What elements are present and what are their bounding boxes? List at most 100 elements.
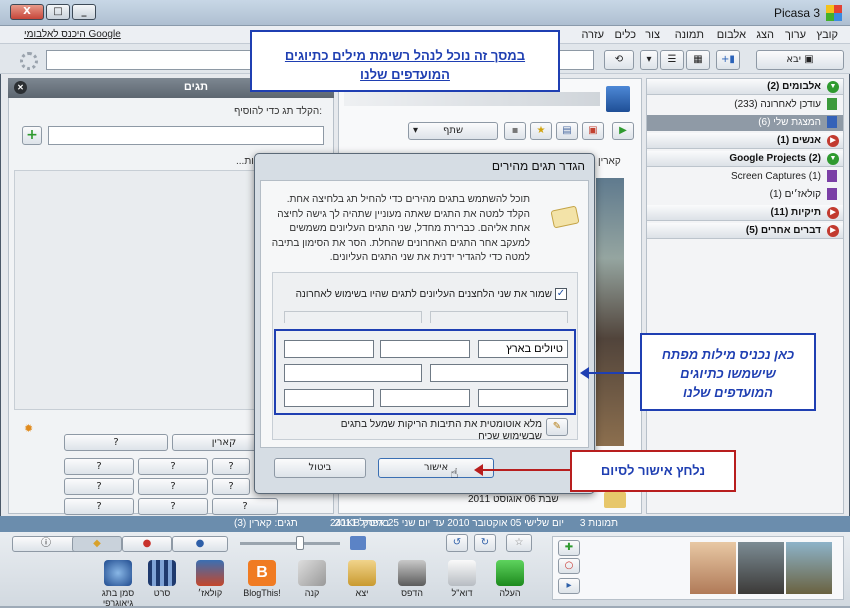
add-tag-button[interactable]: + bbox=[22, 126, 42, 145]
star-icon[interactable]: ★ bbox=[530, 122, 552, 140]
dialog-title-bar: הגדר תגים מהירים bbox=[254, 153, 595, 177]
upload-label: העלה bbox=[499, 588, 521, 598]
quick-tag-button[interactable]: ? bbox=[64, 458, 134, 475]
collapse-arrow-icon[interactable]: ▼ bbox=[827, 81, 839, 93]
movie-icon[interactable]: ▤ bbox=[556, 122, 578, 140]
keep-recent-checkbox[interactable]: ✓ bbox=[555, 288, 567, 300]
date-label: שבת 06 אוגוסט 2011 bbox=[468, 494, 559, 505]
quick-tag-button[interactable]: ? bbox=[138, 498, 208, 515]
print-icon[interactable] bbox=[398, 560, 426, 586]
tray-photo-thumb[interactable] bbox=[738, 542, 784, 594]
add-to-album-icon[interactable]: ▸ bbox=[558, 578, 580, 594]
slideshow-play-icon[interactable]: ▶ bbox=[612, 122, 634, 140]
quick-tag-button[interactable]: ? bbox=[64, 478, 134, 495]
share-button[interactable]: ▾ שתף bbox=[408, 122, 498, 140]
section-other-title: דברים אחרים (5) bbox=[745, 225, 821, 236]
title-bar bbox=[0, 0, 850, 26]
menu-tools[interactable]: כלים bbox=[615, 29, 636, 41]
section-albums-title: אלבומים (2) bbox=[767, 81, 821, 92]
export-folder-icon[interactable] bbox=[348, 560, 376, 586]
section-people-title: אנשים (1) bbox=[776, 135, 821, 146]
collage-icon[interactable]: ▣ bbox=[582, 122, 604, 140]
buy-label: קנה bbox=[304, 588, 320, 598]
settings-gear-icon[interactable]: ✹ bbox=[24, 422, 33, 435]
callout-bottom: נלחץ אישור לסיום bbox=[570, 450, 736, 492]
places-icon[interactable]: ● bbox=[122, 536, 172, 552]
email-label: דוא"ל bbox=[451, 588, 473, 598]
info-icon[interactable]: ⓘ bbox=[12, 536, 80, 552]
quick-tag-button[interactable]: ? bbox=[212, 458, 250, 475]
status-tags: תגים: קארין (3) bbox=[234, 518, 298, 529]
maximize-button[interactable]: □ bbox=[46, 4, 70, 20]
quick-tag-button[interactable]: ? bbox=[138, 458, 208, 475]
rotate-right-icon[interactable]: ↻ bbox=[474, 534, 496, 552]
upload-icon[interactable] bbox=[496, 560, 524, 586]
expand-arrow-icon[interactable]: ▶ bbox=[827, 207, 839, 219]
quick-tag-button[interactable]: ? bbox=[64, 498, 134, 515]
google-signin-link[interactable]: היכנס לאלבומי Google bbox=[24, 29, 121, 40]
menu-file[interactable]: קובץ bbox=[817, 29, 838, 41]
album-item-slideshow[interactable]: המצגת שלי (6) bbox=[758, 117, 821, 128]
blogger-icon[interactable]: B bbox=[248, 560, 276, 586]
dialog-title: הגדר תגים מהירים bbox=[491, 159, 585, 173]
callout-right: כאן נכניס מילות מפתח שישמשו כתיוגים המוע… bbox=[640, 333, 816, 411]
rotate-left-icon[interactable]: ↺ bbox=[446, 534, 468, 552]
tags-tab-icon[interactable]: ◆ bbox=[72, 536, 122, 552]
movie-bottom-icon[interactable] bbox=[148, 560, 176, 586]
people-icon[interactable]: ● bbox=[172, 536, 228, 552]
tray-photo-thumb[interactable] bbox=[786, 542, 832, 594]
project-item-collages[interactable]: קולאז׳ים (1) bbox=[770, 189, 821, 200]
menu-album[interactable]: אלבום bbox=[717, 29, 746, 41]
menu-edit[interactable]: ערוך bbox=[785, 29, 806, 41]
clear-tray-icon[interactable]: ○ bbox=[558, 558, 580, 574]
quick-tag-button[interactable]: ? bbox=[212, 498, 278, 515]
minimize-button[interactable]: _ bbox=[72, 4, 96, 20]
arrow-head-icon bbox=[474, 464, 483, 476]
view-dropdown-icon[interactable]: ▾ bbox=[640, 50, 658, 70]
list-view-icon[interactable]: ☰ bbox=[660, 50, 684, 70]
quick-tag-button[interactable]: ? bbox=[138, 478, 208, 495]
autofill-wand-icon[interactable]: ✎ bbox=[546, 418, 568, 436]
autofill-label: מלא אוטומטית את התיבות הריקות שמעל בתגים… bbox=[340, 419, 542, 442]
section-google-projects[interactable]: Google Projects (2) ▼ bbox=[647, 151, 843, 167]
email-icon[interactable] bbox=[448, 560, 476, 586]
movie-label: סרט bbox=[153, 588, 171, 598]
album-cover-icon bbox=[606, 86, 630, 112]
zoom-slider-handle[interactable] bbox=[296, 536, 304, 550]
close-button[interactable]: X bbox=[10, 4, 44, 20]
star-toggle-icon[interactable]: ☆ bbox=[506, 534, 532, 552]
photo-thumbnail-strip[interactable] bbox=[596, 178, 624, 446]
quick-tag-button[interactable]: ? bbox=[212, 478, 250, 495]
menu-help[interactable]: עזרה bbox=[582, 29, 604, 41]
menu-view[interactable]: הצג bbox=[756, 29, 774, 41]
menu-picture[interactable]: תמונה bbox=[675, 29, 704, 41]
grid-view-icon[interactable]: ▦ bbox=[686, 50, 710, 70]
hold-pin-icon[interactable]: ✚ bbox=[558, 540, 580, 556]
import-button[interactable]: יבא ▣ bbox=[756, 50, 844, 70]
collapse-arrow-icon[interactable]: ▼ bbox=[827, 153, 839, 165]
zoom-fit-icon[interactable] bbox=[350, 536, 366, 550]
cancel-button[interactable]: ביטול bbox=[274, 458, 366, 478]
menu-create[interactable]: צור bbox=[645, 29, 660, 41]
tray-photo-thumb[interactable] bbox=[690, 542, 736, 594]
close-panel-icon[interactable]: ✕ bbox=[14, 81, 27, 94]
expand-arrow-icon[interactable]: ▶ bbox=[827, 225, 839, 237]
section-people[interactable]: אנשים (1) ▶ bbox=[647, 133, 843, 149]
save-disk-icon[interactable]: ▪ bbox=[504, 122, 526, 140]
app-title: Picasa 3 bbox=[773, 6, 820, 20]
rotate-tool-icon[interactable]: ⟲ bbox=[604, 50, 634, 70]
tag-input[interactable] bbox=[48, 126, 324, 145]
album-item-recent[interactable]: עודכן לאחרונה (233) bbox=[734, 99, 821, 110]
project-item-screen-captures[interactable]: Screen Captures (1) bbox=[731, 171, 821, 182]
dialog-description: תוכל להשתמש בתגים מהירים כדי להחיל תג בל… bbox=[271, 194, 530, 263]
expand-arrow-icon[interactable]: ▶ bbox=[827, 135, 839, 147]
quick-tag-button[interactable]: ? bbox=[64, 434, 168, 451]
collage-bottom-icon[interactable] bbox=[196, 560, 224, 586]
buy-prints-icon[interactable] bbox=[298, 560, 326, 586]
section-other[interactable]: דברים אחרים (5) ▶ bbox=[647, 223, 843, 239]
geotag-icon[interactable] bbox=[104, 560, 132, 586]
section-folders[interactable]: תיקיות (11) ▶ bbox=[647, 205, 843, 221]
section-albums[interactable]: אלבומים (2) ▼ bbox=[647, 79, 843, 95]
add-folder-icon[interactable]: +▮ bbox=[716, 50, 740, 70]
zoom-slider-track[interactable] bbox=[240, 542, 340, 545]
